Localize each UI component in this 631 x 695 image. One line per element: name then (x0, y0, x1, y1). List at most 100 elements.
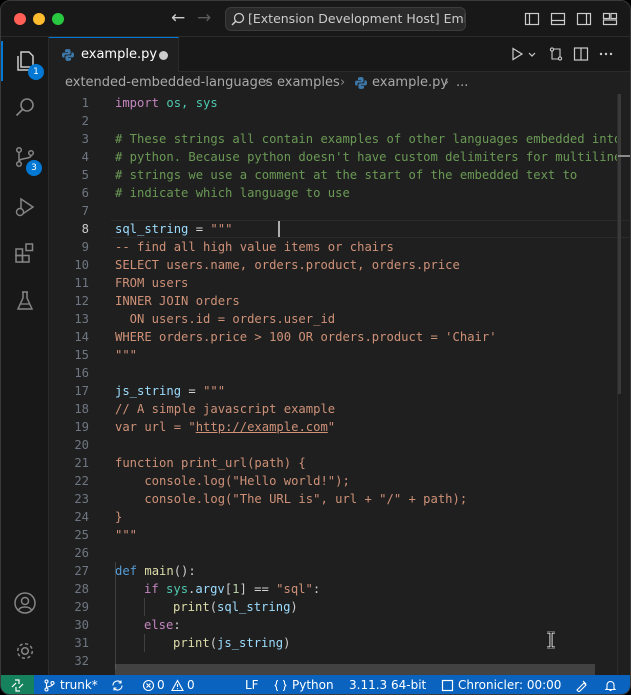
account-icon (14, 592, 36, 614)
more-actions-icon[interactable] (598, 46, 614, 62)
toggle-primary-sidebar-icon[interactable] (524, 11, 540, 27)
toggle-panel-icon[interactable] (550, 11, 566, 27)
code-line: 28 if sys.argv[1] == "sql": (49, 580, 630, 598)
maximize-window-button[interactable] (52, 13, 64, 25)
code-line: 5 # strings we use a comment at the start… (49, 166, 630, 184)
code-token: argv (195, 582, 225, 596)
code-line: 30 else: (49, 616, 630, 634)
code-line: 7 (49, 202, 630, 220)
run-debug-icon (15, 197, 35, 217)
python-file-icon (355, 77, 367, 89)
code-string: SELECT users.name, orders.product, order… (115, 258, 460, 272)
close-window-button[interactable] (14, 13, 26, 25)
line-number: 13 (74, 312, 89, 326)
accounts-activity[interactable] (1, 583, 49, 623)
source-control-activity[interactable]: 3 (1, 137, 49, 177)
code-line: 27 def main(): (49, 562, 630, 580)
tab-example-py[interactable]: example.py (49, 37, 179, 72)
customize-layout-icon[interactable] (602, 11, 618, 27)
open-changes-icon[interactable] (548, 46, 564, 62)
run-python-file-icon[interactable] (509, 46, 525, 62)
breadcrumb-separator: › (264, 75, 270, 90)
end-of-line-sequence[interactable]: LF (245, 675, 259, 694)
code-token: var url = " (115, 420, 196, 434)
command-center-text: [Extension Development Host] Embe (248, 11, 466, 26)
mouse-ibeam-cursor-icon (547, 631, 555, 649)
code-line: 3 # These strings all contain examples of… (49, 130, 630, 148)
git-branch-label[interactable]: trunk* (60, 675, 98, 694)
line-number: 1 (81, 96, 89, 110)
code-line: 11 FROM users (49, 274, 630, 292)
search-activity[interactable] (1, 87, 49, 127)
code-token: ) (290, 600, 298, 614)
code-token: main (137, 564, 174, 578)
breadcrumb: extended-embedded-languages › examples ›… (49, 72, 630, 94)
line-number: 31 (74, 636, 89, 650)
code-token: print (173, 636, 210, 650)
chronicler-status[interactable]: Chronicler: 00:00 (458, 675, 561, 694)
extensions-activity[interactable] (1, 233, 49, 273)
run-debug-activity[interactable] (1, 187, 49, 227)
line-number: 14 (74, 330, 89, 344)
breadcrumb-item-symbols[interactable]: ... (456, 72, 468, 94)
code-line: 24} (49, 508, 630, 526)
breadcrumb-item-root[interactable]: extended-embedded-languages (65, 72, 273, 94)
code-line: 16 (49, 364, 630, 382)
explorer-activity[interactable]: 1 (1, 41, 49, 81)
extensions-icon (15, 243, 34, 263)
error-count[interactable]: 0 (157, 675, 165, 694)
code-line: 10 SELECT users.name, orders.product, ord… (49, 256, 630, 274)
code-comment: # indicate which language to use (115, 186, 350, 200)
feedback-icon[interactable] (575, 679, 588, 692)
minimize-window-button[interactable] (33, 13, 45, 25)
code-comment: # These strings all contain examples of … (115, 132, 622, 146)
code-line: 31 print(js_string) (49, 634, 630, 652)
command-center[interactable]: [Extension Development Host] Embe (225, 7, 466, 31)
warning-count[interactable]: 0 (187, 675, 195, 694)
unsaved-indicator[interactable] (159, 51, 168, 60)
toggle-secondary-sidebar-icon[interactable] (576, 11, 592, 27)
code-line: 13 ON users.id = orders.user_id (49, 310, 630, 328)
line-number: 4 (81, 150, 89, 164)
breadcrumb-item-folder[interactable]: examples (277, 72, 340, 94)
code-editor[interactable]: 1 import os, sys 2 3 # These strings all c… (49, 94, 630, 675)
notifications-bell-icon[interactable] (604, 679, 617, 692)
split-editor-icon[interactable] (573, 46, 589, 62)
horizontal-scrollbar-thumb[interactable] (115, 664, 595, 675)
code-line: 17 js_string = """ (49, 382, 630, 400)
remote-indicator[interactable] (1, 675, 34, 694)
go-back-button[interactable]: ← (171, 8, 185, 28)
line-number: 12 (74, 294, 89, 308)
go-forward-button[interactable]: → (197, 8, 211, 28)
code-string: INNER JOIN orders (115, 294, 240, 308)
line-number: 3 (81, 132, 89, 146)
code-token: (): (173, 564, 196, 578)
code-token: : (312, 582, 321, 596)
git-branch-icon (44, 679, 55, 692)
code-string: console.log("The URL is", url + "/" + pa… (115, 492, 468, 506)
tab-label: example.py (81, 47, 158, 62)
breadcrumb-item-file[interactable]: example.py (372, 72, 448, 94)
line-number: 7 (81, 204, 89, 218)
code-line: 14 WHERE orders.price > 100 OR orders.pro… (49, 328, 630, 346)
line-number: 11 (74, 276, 89, 290)
line-number: 26 (74, 546, 89, 560)
manage-activity[interactable] (1, 631, 49, 671)
code-line: 20 (49, 436, 630, 454)
testing-activity[interactable] (1, 281, 49, 321)
code-string: FROM users (115, 276, 189, 290)
code-link[interactable]: http://example.com (196, 420, 328, 434)
code-line: 6 # indicate which language to use (49, 184, 630, 202)
sync-icon[interactable] (111, 679, 124, 692)
code-string: ON users.id = orders.user_id (115, 312, 336, 326)
line-number: 25 (74, 528, 89, 542)
code-token: ( (209, 636, 218, 650)
vertical-scroll-thumb[interactable] (618, 94, 621, 394)
run-dropdown-chevron-icon[interactable] (527, 46, 537, 62)
code-token: ) (283, 636, 291, 650)
language-mode[interactable]: Python (292, 675, 334, 694)
code-token: "sql" (276, 582, 313, 596)
code-string: } (115, 510, 123, 524)
line-number: 18 (74, 402, 89, 416)
python-interpreter[interactable]: 3.11.3 64-bit (349, 675, 426, 694)
